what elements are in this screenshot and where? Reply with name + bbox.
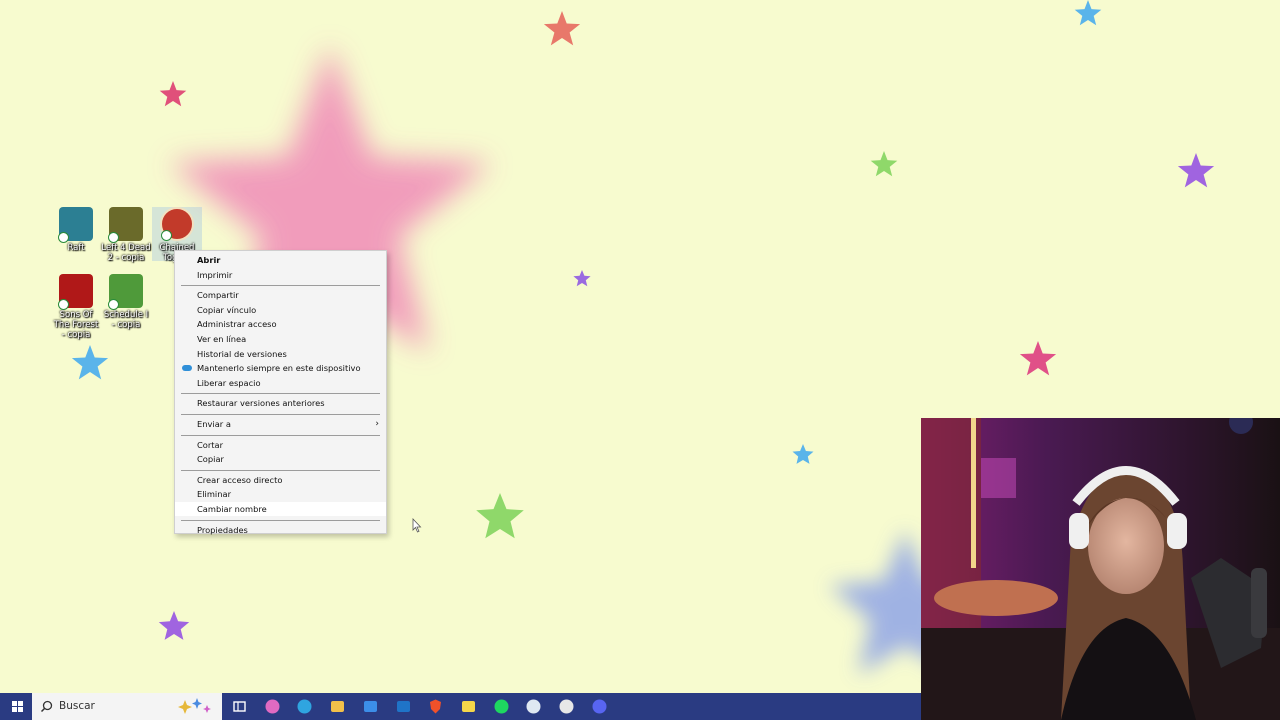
search-highlight-icon bbox=[178, 698, 211, 714]
menu-item[interactable]: Enviar a › bbox=[175, 417, 386, 431]
wallpaper-star-5 bbox=[870, 151, 898, 177]
onedrive-sync-check-icon bbox=[58, 299, 69, 310]
menu-item-label: Mantenerlo siempre en este dispositivo bbox=[197, 363, 361, 374]
task-view-icon[interactable] bbox=[231, 698, 248, 715]
obs-icon[interactable] bbox=[558, 698, 575, 715]
desktop-shortcut-label: Raft bbox=[67, 243, 85, 253]
menu-separator bbox=[181, 519, 380, 521]
onedrive-sync-check-icon bbox=[161, 230, 172, 241]
wallpaper-star-2 bbox=[543, 11, 581, 46]
menu-item[interactable]: Liberar espacio bbox=[175, 376, 386, 390]
schedule-one-game-icon bbox=[108, 274, 143, 310]
menu-item-label: Propiedades bbox=[197, 524, 248, 535]
menu-item-label: Restaurar versiones anteriores bbox=[197, 398, 325, 409]
menu-item[interactable]: Copiar vínculo bbox=[175, 303, 386, 317]
wallpaper-star-8 bbox=[1019, 341, 1057, 376]
menu-separator bbox=[181, 393, 380, 395]
desktop-shortcut-label: Schedule I - copia bbox=[103, 310, 149, 330]
mouse-cursor-icon bbox=[412, 518, 422, 533]
menu-separator bbox=[181, 285, 380, 287]
desktop-shortcut[interactable]: Left 4 Dead 2 - copia bbox=[101, 207, 151, 263]
menu-item[interactable]: Copiar bbox=[175, 452, 386, 466]
menu-item[interactable]: Propiedades bbox=[175, 523, 386, 537]
menu-item-label: Ver en línea bbox=[197, 334, 247, 344]
file-context-menu: Abrir Imprimir Compartir Copiar vínculo Admi… bbox=[174, 250, 387, 537]
chained-together-game-icon bbox=[160, 207, 194, 241]
microsoft-store-icon[interactable] bbox=[362, 698, 379, 715]
steam-icon[interactable] bbox=[525, 698, 542, 715]
search-icon bbox=[40, 700, 53, 713]
menu-item[interactable]: Ver en línea bbox=[175, 332, 386, 346]
sons-of-the-forest-game-icon bbox=[58, 274, 93, 310]
onedrive-sync-check-icon bbox=[108, 299, 119, 310]
menu-item-label: Copiar vínculo bbox=[197, 304, 257, 315]
menu-separator bbox=[181, 469, 380, 471]
desktop-shortcut-label: Sons Of The Forest - copia bbox=[53, 310, 99, 340]
wallpaper-star-11 bbox=[476, 493, 524, 539]
desktop-shortcut[interactable]: Sons Of The Forest - copia bbox=[51, 274, 101, 340]
menu-item-label: Compartir bbox=[197, 290, 239, 301]
menu-item-label: Liberar espacio bbox=[197, 377, 261, 388]
outlook-icon[interactable] bbox=[395, 698, 412, 715]
wallpaper-star-9 bbox=[71, 345, 109, 380]
search-placeholder: Buscar bbox=[59, 700, 95, 712]
taskbar-search-box[interactable]: Buscar bbox=[32, 693, 222, 720]
onedrive-cloud-icon bbox=[182, 365, 192, 372]
left4dead2-game-icon bbox=[108, 207, 143, 243]
menu-item[interactable]: Administrar acceso bbox=[175, 317, 386, 331]
discord-icon[interactable] bbox=[591, 698, 608, 715]
wallpaper-star-6 bbox=[1177, 153, 1215, 188]
menu-item[interactable]: Eliminar bbox=[175, 487, 386, 501]
sticky-notes-icon[interactable] bbox=[460, 698, 477, 715]
brave-icon[interactable] bbox=[427, 698, 444, 715]
menu-item[interactable]: Cambiar nombre bbox=[175, 502, 386, 516]
menu-item[interactable]: Crear acceso directo bbox=[175, 473, 386, 487]
menu-item-label: Administrar acceso bbox=[197, 319, 277, 330]
desktop-shortcut[interactable]: Raft bbox=[51, 207, 101, 253]
spotify-icon[interactable] bbox=[493, 698, 510, 715]
menu-item[interactable]: Abrir bbox=[175, 253, 386, 267]
wallpaper-star-4 bbox=[1074, 0, 1102, 26]
edge-icon[interactable] bbox=[296, 698, 313, 715]
windows-start-icon[interactable] bbox=[4, 693, 30, 720]
wallpaper-star-10 bbox=[792, 444, 814, 464]
file-explorer-icon[interactable] bbox=[329, 698, 346, 715]
menu-item[interactable]: Restaurar versiones anteriores bbox=[175, 396, 386, 410]
menu-separator bbox=[181, 434, 380, 436]
webcam-overlay bbox=[921, 418, 1280, 720]
menu-item-label: Cambiar nombre bbox=[197, 504, 267, 514]
menu-item[interactable]: Compartir bbox=[175, 288, 386, 302]
desktop-shortcut[interactable]: Schedule I - copia bbox=[101, 274, 151, 330]
wallpaper-star-7 bbox=[573, 270, 591, 287]
menu-item[interactable]: Mantenerlo siempre en este dispositivo bbox=[175, 361, 386, 375]
menu-item-label: Eliminar bbox=[197, 489, 231, 500]
menu-item[interactable]: Imprimir bbox=[175, 268, 386, 282]
menu-item-label: Crear acceso directo bbox=[197, 474, 283, 485]
wallpaper-star-3 bbox=[159, 81, 187, 107]
menu-item-label: Imprimir bbox=[197, 269, 233, 280]
onedrive-sync-check-icon bbox=[58, 232, 69, 243]
menu-item-label: Historial de versiones bbox=[197, 348, 287, 359]
taskbar: Buscar bbox=[0, 693, 921, 720]
menu-item-label: Abrir bbox=[197, 255, 221, 265]
desktop-shortcut-label: Left 4 Dead 2 - copia bbox=[101, 243, 151, 263]
streamer-webcam-feed bbox=[921, 418, 1280, 720]
chevron-right-icon: › bbox=[375, 419, 379, 429]
menu-separator bbox=[181, 414, 380, 415]
menu-item[interactable]: Cortar bbox=[175, 438, 386, 452]
copilot-icon[interactable] bbox=[264, 698, 281, 715]
raft-game-icon bbox=[58, 207, 93, 243]
menu-item[interactable]: Historial de versiones bbox=[175, 347, 386, 361]
menu-item-label: Cortar bbox=[197, 439, 224, 450]
wallpaper-star-12 bbox=[158, 611, 190, 640]
onedrive-sync-check-icon bbox=[108, 232, 119, 243]
menu-item-label: Copiar bbox=[197, 454, 224, 465]
menu-item-label: Enviar a bbox=[197, 419, 231, 429]
